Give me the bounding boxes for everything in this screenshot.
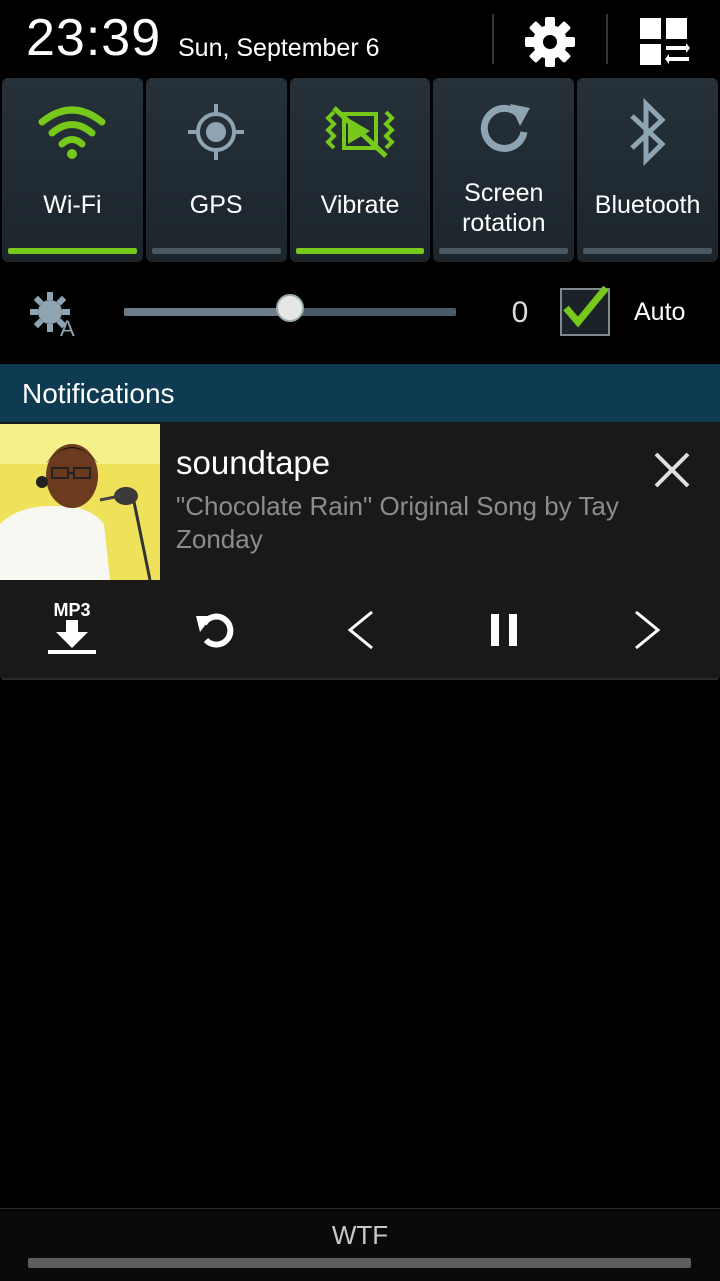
svg-text:A: A (60, 316, 75, 338)
divider (492, 14, 494, 64)
next-icon[interactable] (618, 600, 678, 660)
auto-brightness-checkbox[interactable] (560, 285, 610, 336)
rotation-icon (433, 96, 574, 160)
toggle-state-bar (151, 248, 281, 254)
toggle-vibrate[interactable]: Vibrate (289, 78, 431, 262)
notification-card[interactable]: soundtape "Chocolate Rain" Original Song… (0, 422, 720, 678)
date: Sun, September 6 (178, 34, 380, 62)
album-art (0, 424, 160, 580)
bluetooth-icon (577, 98, 718, 166)
toggle-grid-icon[interactable] (636, 14, 692, 70)
toggle-wifi[interactable]: Wi-Fi (2, 78, 143, 262)
notifications-header: Notifications (0, 364, 720, 422)
svg-text:MP3: MP3 (53, 600, 90, 620)
pause-icon[interactable] (474, 600, 534, 660)
toggle-label: Vibrate (320, 191, 400, 219)
gps-icon (146, 100, 287, 164)
media-controls: MP3 (0, 580, 720, 678)
slider-knob[interactable] (276, 294, 304, 322)
toggle-gps[interactable]: GPS (145, 78, 287, 262)
repeat-icon[interactable] (186, 600, 246, 660)
notification-song-title: "Chocolate Rain" Original Song by Tay Zo… (176, 491, 619, 554)
toggle-state-bar (583, 248, 712, 254)
divider (606, 14, 608, 64)
status-bar: 23:39 Sun, September 6 (0, 0, 720, 78)
quick-toggles: Wi-Fi GPS Vibrate Screen rotation Blueto… (0, 78, 720, 262)
toggle-label: GPS (189, 191, 243, 219)
toggle-state-bar (295, 248, 425, 254)
toggle-label: Screen rotation (462, 179, 546, 237)
notifications-title: Notifications (22, 378, 175, 409)
close-icon[interactable] (650, 448, 694, 492)
mp3-download-icon[interactable]: MP3 (42, 600, 102, 660)
divider (2, 678, 718, 680)
clock: 23:39 (26, 9, 162, 67)
settings-gear-icon[interactable] (522, 14, 578, 70)
carrier-label: WTF (331, 1220, 389, 1250)
toggle-state-bar (8, 248, 137, 254)
toggle-label: Wi-Fi (43, 191, 102, 219)
toggle-label: Bluetooth (594, 191, 701, 219)
previous-icon[interactable] (330, 600, 390, 660)
auto-label: Auto (634, 298, 686, 326)
auto-brightness-icon: A (30, 290, 82, 343)
vibrate-icon (290, 100, 431, 164)
brightness-value: 0 (511, 296, 529, 329)
toggle-state-bar (439, 248, 569, 254)
panel-drag-handle[interactable] (28, 1258, 691, 1268)
wifi-icon (2, 100, 143, 164)
toggle-bluetooth[interactable]: Bluetooth (577, 78, 718, 262)
brightness-slider[interactable] (124, 294, 456, 322)
slider-fill (124, 308, 290, 316)
toggle-screen-rotation[interactable]: Screen rotation (433, 78, 575, 262)
notification-app-name: soundtape (176, 444, 331, 481)
